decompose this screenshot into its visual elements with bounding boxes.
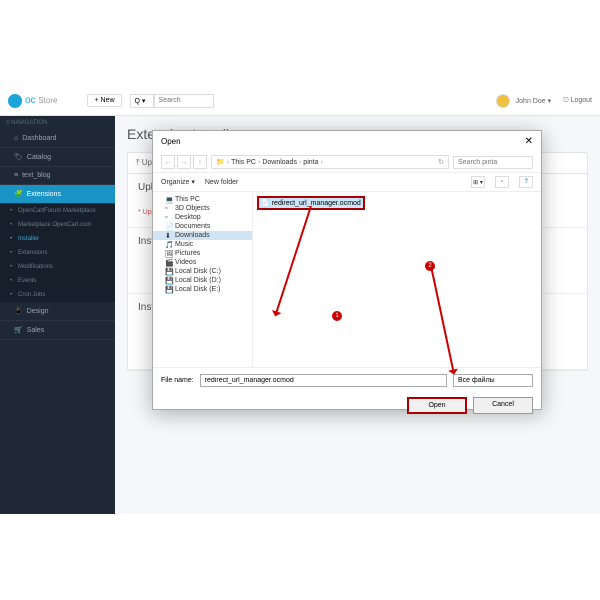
logo-icon xyxy=(8,94,22,108)
dashboard-icon: ⌂ xyxy=(14,135,18,142)
tree-documents[interactable]: 📄Documents xyxy=(153,222,252,231)
nav-back-button[interactable]: ← xyxy=(161,155,175,169)
tag-icon: 🏷 xyxy=(14,153,23,161)
preview-button[interactable]: ▫ xyxy=(495,176,509,188)
open-button[interactable]: Open xyxy=(407,397,467,414)
device-icon: 📱 xyxy=(14,307,23,315)
tree-videos[interactable]: 🎬Videos xyxy=(153,258,252,267)
tree-disk-e[interactable]: 💾Local Disk (E:) xyxy=(153,285,252,294)
help-button[interactable]: ? xyxy=(519,176,533,188)
subitem-modifications[interactable]: Modifications xyxy=(0,260,115,274)
folder-icon: 📁 xyxy=(216,158,225,166)
tree-desktop[interactable]: ▫Desktop xyxy=(153,213,252,222)
sidebar: ≡ NAVIGATION ⌂Dashboard 🏷Catalog ≡text_b… xyxy=(0,116,115,514)
puzzle-icon: 🧩 xyxy=(14,190,23,198)
tree-pictures[interactable]: 🖼Pictures xyxy=(153,249,252,258)
top-bar: oc Store + New Q ▾ John Doe ▾ ⎋ Logout xyxy=(0,86,600,116)
close-icon[interactable]: ✕ xyxy=(525,136,533,147)
sidebar-item-dashboard[interactable]: ⌂Dashboard xyxy=(0,130,115,148)
new-button[interactable]: + New xyxy=(87,94,121,107)
view-mode-button[interactable]: ⊞ ▾ xyxy=(471,176,485,188)
subitem-events[interactable]: Events xyxy=(0,274,115,288)
annotation-marker-1: 1 xyxy=(332,311,342,321)
filename-label: File name: xyxy=(161,377,194,384)
sidebar-item-design[interactable]: 📱Design xyxy=(0,302,115,321)
tree-3d[interactable]: ▫3D Objects xyxy=(153,204,252,213)
folder-tree: 💻This PC ▫3D Objects ▫Desktop 📄Documents… xyxy=(153,192,253,367)
logout-link[interactable]: ⎋ Logout xyxy=(563,97,592,105)
sidebar-item-catalog[interactable]: 🏷Catalog xyxy=(0,148,115,167)
subitem-cron[interactable]: Cron Jobs xyxy=(0,288,115,302)
tree-disk-c[interactable]: 💾Local Disk (C:) xyxy=(153,267,252,276)
tree-this-pc[interactable]: 💻This PC xyxy=(153,195,252,204)
upload-label: * Upl xyxy=(138,209,153,216)
sidebar-item-sales[interactable]: 🛒Sales xyxy=(0,321,115,340)
dialog-title: Open xyxy=(161,137,181,146)
file-icon: 📄 xyxy=(261,199,270,207)
annotation-marker-2: 2 xyxy=(425,261,435,271)
list-icon: ≡ xyxy=(14,172,18,179)
tree-music[interactable]: 🎵Music xyxy=(153,240,252,249)
subitem-ocforum[interactable]: OpenCartForum Marketplace xyxy=(0,204,115,218)
nav-forward-button[interactable]: → xyxy=(177,155,191,169)
tree-downloads[interactable]: ⬇Downloads xyxy=(153,231,252,240)
dialog-search-input[interactable] xyxy=(453,156,533,169)
subitem-installer[interactable]: Installer xyxy=(0,232,115,246)
cart-icon: 🛒 xyxy=(14,326,23,334)
file-list[interactable]: 📄 redirect_url_manager.ocmod xyxy=(253,192,541,367)
search-input[interactable] xyxy=(154,94,214,108)
sidebar-item-textblog[interactable]: ≡text_blog xyxy=(0,167,115,185)
subitem-marketplace[interactable]: Marketplace OpenCart.com xyxy=(0,218,115,232)
path-bar[interactable]: 📁 › This PC › Downloads › pinta › ↻ xyxy=(211,155,449,169)
subitem-extensions[interactable]: Extensions xyxy=(0,246,115,260)
newfolder-button[interactable]: New folder xyxy=(205,179,238,186)
file-open-dialog: Open ✕ ← → ↑ 📁 › This PC › Downloads › p… xyxy=(152,130,542,410)
organize-menu[interactable]: Organize ▾ xyxy=(161,178,195,186)
user-menu[interactable]: John Doe ▾ xyxy=(516,97,551,105)
cancel-button[interactable]: Cancel xyxy=(473,397,533,414)
brand-logo[interactable]: oc Store xyxy=(8,94,57,108)
nav-heading: ≡ NAVIGATION xyxy=(0,116,115,130)
filetype-select[interactable]: Все файлы xyxy=(453,374,533,387)
tree-disk-d[interactable]: 💾Local Disk (D:) xyxy=(153,276,252,285)
search-scope-select[interactable]: Q ▾ xyxy=(130,94,154,108)
filename-input[interactable] xyxy=(200,374,447,387)
refresh-icon[interactable]: ↻ xyxy=(438,158,444,166)
nav-up-button[interactable]: ↑ xyxy=(193,155,207,169)
search-group: Q ▾ xyxy=(130,94,214,108)
sidebar-item-extensions[interactable]: 🧩Extensions xyxy=(0,185,115,204)
avatar[interactable] xyxy=(496,94,510,108)
